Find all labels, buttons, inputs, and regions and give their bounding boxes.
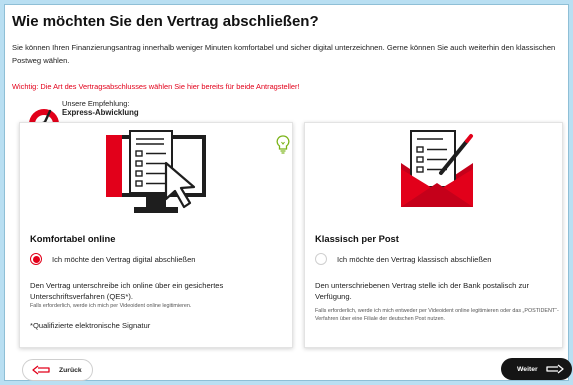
- post-note: Falls erforderlich, werde ich mich entwe…: [315, 308, 559, 322]
- monitor-cursor-icon: [106, 130, 206, 213]
- post-description: Den unterschriebenen Vertrag stelle ich …: [315, 281, 530, 301]
- warning-text: Wichtig: Die Art des Vertragsabschlusses…: [12, 82, 300, 91]
- radio-post-label: Ich möchte den Vertrag klassisch abschli…: [337, 254, 492, 264]
- page-title: Wie möchten Sie den Vertrag abschließen?: [12, 13, 319, 30]
- next-button[interactable]: Weiter: [501, 358, 572, 380]
- post-title: Klassisch per Post: [315, 233, 399, 244]
- radio-post-button[interactable]: [315, 253, 327, 265]
- online-footnote: *Qualifizierte elektronische Signatur: [30, 321, 151, 330]
- radio-post[interactable]: Ich möchte den Vertrag klassisch abschli…: [315, 253, 492, 265]
- online-note: Falls erforderlich, werde ich mich per V…: [30, 303, 192, 309]
- online-title: Komfortabel online: [30, 233, 116, 244]
- radio-digital-label: Ich möchte den Vertrag digital abschließ…: [52, 254, 196, 264]
- lightbulb-icon: [276, 135, 290, 154]
- radio-digital-button[interactable]: [30, 253, 42, 265]
- option-card-online[interactable]: Komfortabel online Ich möchte den Vertra…: [19, 122, 293, 348]
- back-button[interactable]: Zurück: [22, 359, 93, 381]
- recommendation: Unsere Empfehlung: Express-Abwicklung: [62, 99, 139, 117]
- next-button-label: Weiter: [517, 365, 538, 373]
- recommendation-value: Express-Abwicklung: [62, 108, 139, 117]
- online-description: Den Vertrag unterschreibe ich online übe…: [30, 281, 224, 301]
- arrow-right-icon: [546, 364, 564, 374]
- envelope-pen-icon: [401, 130, 473, 207]
- intro-text: Sie können Ihren Finanzierungsantrag inn…: [12, 43, 556, 65]
- option-card-post[interactable]: Klassisch per Post Ich möchte den Vertra…: [304, 122, 563, 348]
- recommendation-label: Unsere Empfehlung:: [62, 99, 130, 108]
- arrow-left-icon: [32, 365, 50, 375]
- radio-digital[interactable]: Ich möchte den Vertrag digital abschließ…: [30, 253, 196, 265]
- back-button-label: Zurück: [59, 366, 82, 374]
